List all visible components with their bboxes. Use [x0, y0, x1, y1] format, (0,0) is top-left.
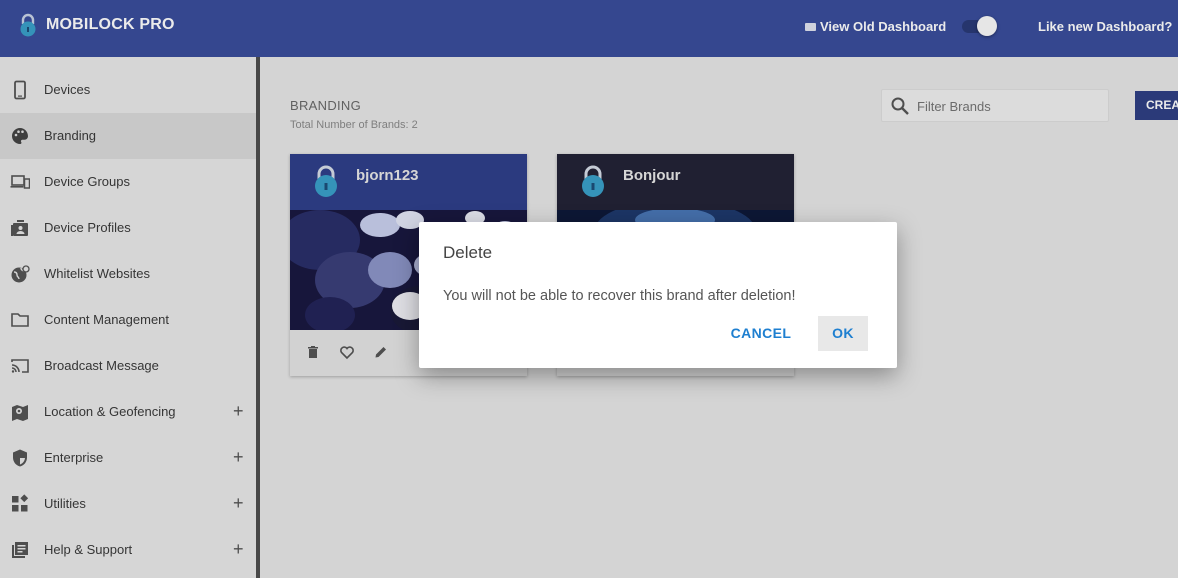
delete-dialog: Delete You will not be able to recover t…: [419, 222, 897, 368]
dialog-title: Delete: [443, 243, 493, 262]
cancel-button[interactable]: CANCEL: [722, 316, 800, 351]
ok-button[interactable]: OK: [818, 316, 868, 351]
dialog-message: You will not be able to recover this bra…: [443, 288, 796, 304]
